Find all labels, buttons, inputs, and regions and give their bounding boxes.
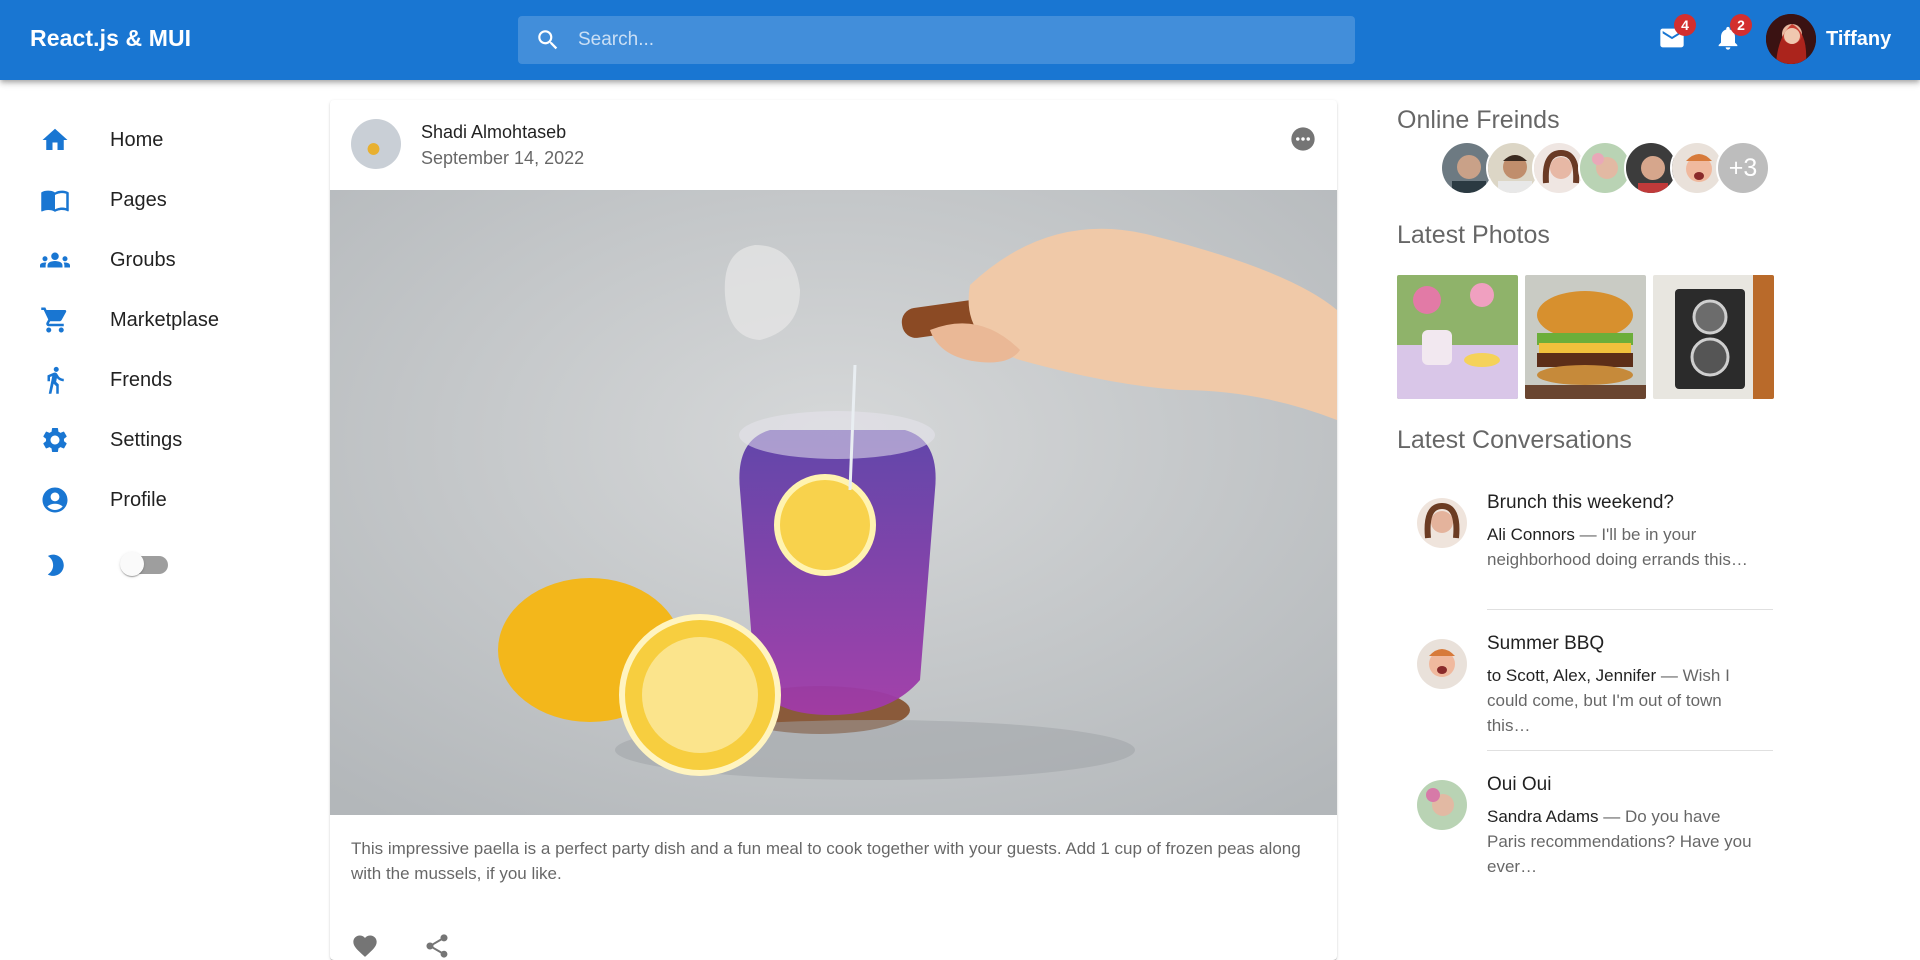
- divider: [1487, 609, 1773, 610]
- conversation-sender: Ali Connors: [1487, 525, 1575, 544]
- sidebar-item-label: Settings: [110, 428, 183, 451]
- post-card: Shadi Almohtaseb September 14, 2022 This…: [330, 100, 1337, 960]
- sidebar-item-label: Profile: [110, 488, 167, 511]
- heart-icon: [353, 935, 377, 957]
- photo-thumbnail[interactable]: [1653, 275, 1774, 399]
- user-name: Tiffany: [1826, 27, 1892, 50]
- conversation-preview: Ali Connors — I'll be in your neighborho…: [1487, 522, 1757, 572]
- post-date: September 14, 2022: [421, 148, 585, 168]
- latest-conversations-title: Latest Conversations: [1397, 426, 1632, 454]
- cart-icon: [40, 305, 70, 335]
- latest-photos-grid: [1397, 275, 1774, 399]
- avatar: [1417, 498, 1467, 548]
- more-horizontal-icon: [1289, 125, 1317, 158]
- conversation-title: Summer BBQ: [1487, 633, 1605, 654]
- sidebar-item-label: Pages: [110, 188, 167, 211]
- divider: [1487, 750, 1773, 751]
- post-text: This impressive paella is a perfect part…: [351, 839, 1301, 883]
- post-menu-button[interactable]: [1288, 126, 1318, 156]
- share-icon: [426, 934, 448, 958]
- toggle-thumb: [120, 552, 144, 576]
- groups-icon: [40, 245, 70, 275]
- sidebar-item-settings[interactable]: Settings: [0, 410, 300, 470]
- sidebar-item-pages[interactable]: Pages: [0, 170, 300, 230]
- post-actions: [351, 932, 451, 960]
- sidebar-item-home[interactable]: Home: [0, 110, 300, 170]
- brand-title: React.js & MUI: [30, 25, 192, 51]
- conversation-sender: Sandra Adams: [1487, 807, 1599, 826]
- search-input[interactable]: [578, 29, 1355, 51]
- notifications-button[interactable]: 2: [1712, 14, 1752, 56]
- mail-badge: 4: [1674, 14, 1696, 36]
- post-header: Shadi Almohtaseb September 14, 2022: [330, 100, 1337, 190]
- conversation-title: Brunch this weekend?: [1487, 492, 1674, 513]
- person-icon: [40, 365, 70, 395]
- latest-photos-title: Latest Photos: [1397, 221, 1550, 249]
- mail-button[interactable]: 4: [1656, 14, 1696, 56]
- sidebar-item-label: Frends: [110, 368, 173, 391]
- conversation-sender: to Scott, Alex, Jennifer: [1487, 666, 1657, 685]
- sidebar-item-marketplace[interactable]: Marketplase: [0, 290, 300, 350]
- sidebar-item-friends[interactable]: Frends: [0, 350, 300, 410]
- sidebar-item-label: Groubs: [110, 248, 176, 271]
- photo-thumbnail[interactable]: [1525, 275, 1646, 399]
- favorite-button[interactable]: [351, 932, 379, 960]
- conversation-preview: to Scott, Alex, Jennifer — Wish I could …: [1487, 663, 1757, 738]
- search-box[interactable]: [518, 16, 1355, 64]
- avatar: [1417, 639, 1467, 689]
- avatar: [1417, 780, 1467, 830]
- share-button[interactable]: [423, 932, 451, 960]
- sidebar-item-profile[interactable]: Profile: [0, 470, 300, 530]
- avatar: [1766, 14, 1816, 64]
- search-icon: [518, 27, 578, 53]
- more-friends-count[interactable]: +3: [1716, 141, 1770, 195]
- conversation-title: Oui Oui: [1487, 774, 1552, 795]
- conversation-preview: Sandra Adams — Do you have Paris recomme…: [1487, 804, 1757, 879]
- moon-icon: [40, 550, 70, 580]
- photo-thumbnail[interactable]: [1397, 275, 1518, 399]
- post-author: Shadi Almohtaseb: [421, 122, 567, 142]
- dark-mode-toggle[interactable]: [120, 552, 168, 576]
- home-icon: [40, 125, 70, 155]
- app-bar: React.js & MUI 4 2 Tiffany: [0, 0, 1920, 80]
- pages-icon: [40, 185, 70, 215]
- post-image: [330, 190, 1337, 815]
- sidebar-item-label: Marketplase: [110, 308, 219, 331]
- sidebar-item-groups[interactable]: Groubs: [0, 230, 300, 290]
- online-friends-group: +3: [1440, 141, 1770, 195]
- notification-badge: 2: [1730, 14, 1752, 36]
- gear-icon: [40, 425, 70, 455]
- account-icon: [40, 485, 70, 515]
- online-friends-title: Online Freinds: [1397, 106, 1560, 134]
- author-avatar: [351, 119, 401, 169]
- sidebar-item-label: Home: [110, 128, 164, 151]
- user-menu[interactable]: Tiffany: [1766, 14, 1891, 64]
